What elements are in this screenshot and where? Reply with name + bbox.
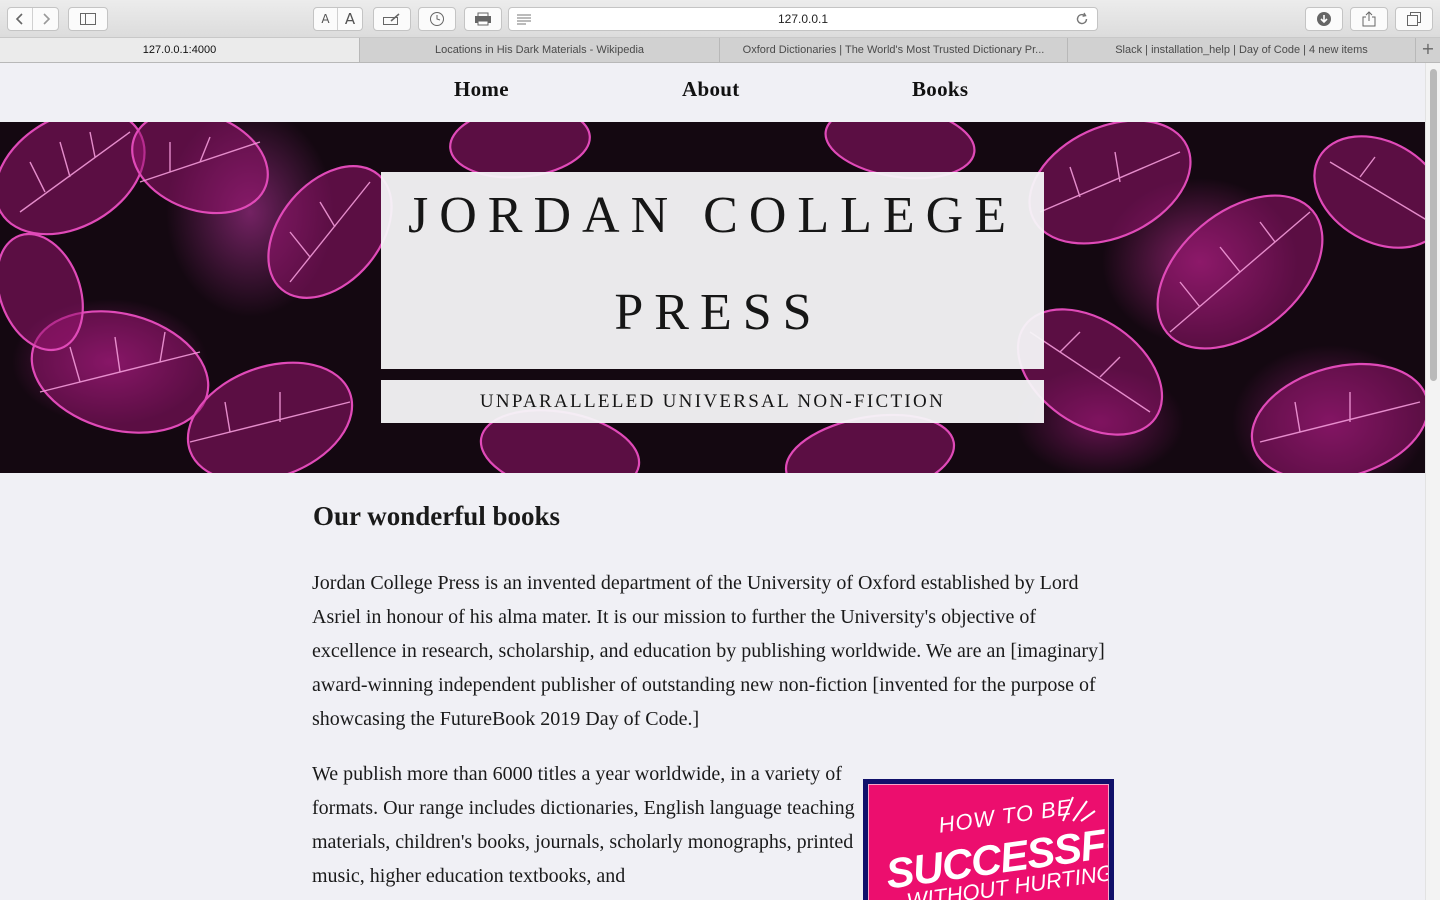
browser-toolbar: A A 127.0.0.1 xyxy=(0,0,1440,38)
tab-slack[interactable]: Slack | installation_help | Day of Code … xyxy=(1068,38,1416,62)
printer-icon xyxy=(475,12,491,26)
reload-icon[interactable] xyxy=(1075,12,1089,26)
tabs-icon xyxy=(1407,12,1421,26)
downloads-button[interactable] xyxy=(1305,7,1343,31)
publishing-paragraph: We publish more than 6000 titles a year … xyxy=(312,763,855,887)
site-tagline: UNPARALLELED UNIVERSAL NON-FICTION xyxy=(381,380,1044,423)
compass-icon xyxy=(430,12,444,26)
sidebar-button[interactable] xyxy=(68,7,108,31)
section-heading: Our wonderful books xyxy=(313,501,561,531)
share-icon xyxy=(1362,11,1376,27)
chevron-left-icon xyxy=(15,13,23,25)
pen-icon xyxy=(383,13,400,25)
page-scrollbar[interactable] xyxy=(1425,63,1440,900)
address-bar[interactable]: 127.0.0.1 xyxy=(508,7,1098,31)
nav-about-link[interactable]: About xyxy=(682,77,740,102)
intro-paragraph: Jordan College Press is an invented depa… xyxy=(312,572,1105,730)
print-button[interactable] xyxy=(464,7,502,31)
site-nav: Home About Books xyxy=(0,63,1425,122)
tab-localhost[interactable]: 127.0.0.1:4000 xyxy=(0,38,360,62)
back-button[interactable] xyxy=(8,8,34,30)
scrollbar-thumb[interactable] xyxy=(1430,69,1437,381)
download-icon xyxy=(1317,12,1331,26)
extensions-button[interactable] xyxy=(418,7,456,31)
book-cover-art: HOW TO BE SUCCESSFUL WITHOUT HURTING xyxy=(868,784,1109,900)
sidebar-icon xyxy=(80,13,96,25)
site-title-line-2: PRESS xyxy=(614,284,823,341)
new-tab-button[interactable]: + xyxy=(1416,38,1440,62)
markup-button[interactable] xyxy=(373,7,411,31)
nav-home-link[interactable]: Home xyxy=(454,77,509,102)
tabs-overview-button[interactable] xyxy=(1395,7,1433,31)
chevron-right-icon xyxy=(42,13,50,25)
share-button[interactable] xyxy=(1350,7,1388,31)
web-page: Home About Books JORDAN COLLEGE PRESS UN… xyxy=(0,63,1425,900)
font-larger-button[interactable]: A xyxy=(338,8,362,30)
nav-books-link[interactable]: Books xyxy=(912,77,968,102)
hero-banner: JORDAN COLLEGE PRESS UNPARALLELED UNIVER… xyxy=(0,122,1425,473)
site-title-line-1: JORDAN COLLEGE xyxy=(408,187,1017,244)
tab-bar: 127.0.0.1:4000 Locations in His Dark Mat… xyxy=(0,38,1440,63)
url-text: 127.0.0.1 xyxy=(777,12,829,26)
back-forward-group xyxy=(7,7,59,31)
tab-wikipedia[interactable]: Locations in His Dark Materials - Wikipe… xyxy=(360,38,720,62)
font-smaller-button[interactable]: A xyxy=(314,8,339,30)
site-title-box: JORDAN COLLEGE PRESS xyxy=(381,172,1044,369)
forward-button[interactable] xyxy=(33,8,58,30)
tab-oxford-dictionaries[interactable]: Oxford Dictionaries | The World's Most T… xyxy=(720,38,1068,62)
book-cover-image[interactable]: HOW TO BE SUCCESSFUL WITHOUT HURTING xyxy=(863,779,1114,900)
font-size-group: A A xyxy=(313,7,363,31)
